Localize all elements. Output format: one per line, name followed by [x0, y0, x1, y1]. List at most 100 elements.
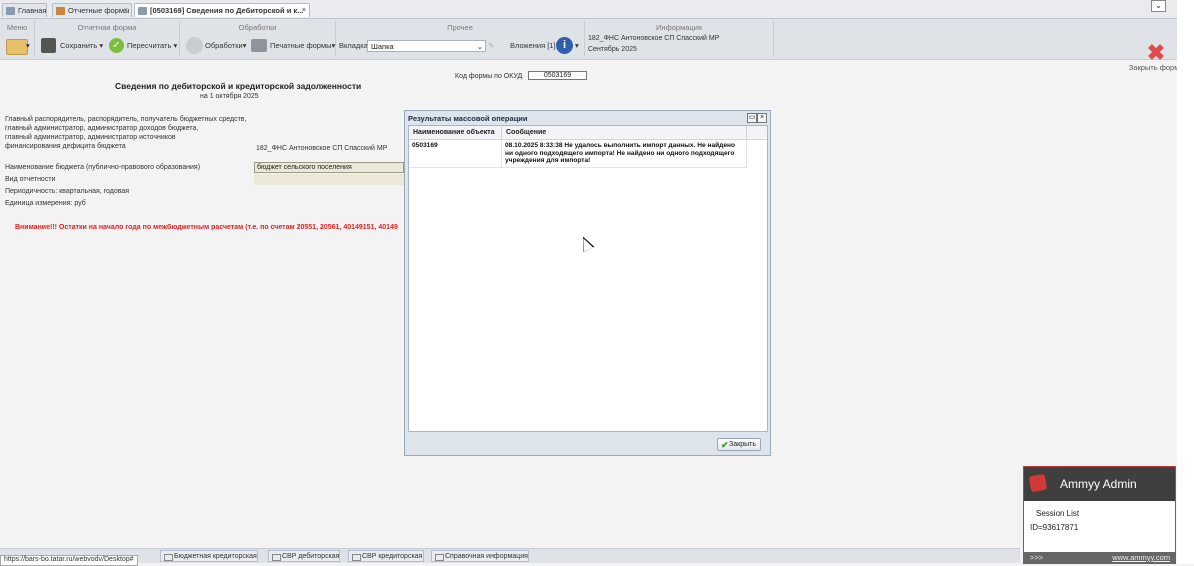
forms-icon	[56, 7, 65, 15]
okud-field[interactable]: 0503169	[528, 71, 587, 80]
bottom-tab[interactable]: Бюджетная кредиторская	[160, 550, 258, 562]
expand-link[interactable]: >>>	[1030, 552, 1043, 563]
document-title: Сведения по дебиторской и кредиторской з…	[115, 81, 362, 91]
column-header-message[interactable]: Сообщение	[502, 126, 747, 140]
group-menu: Меню ▾	[0, 21, 35, 57]
results-grid: Наименование объекта Сообщение 0503169 0…	[408, 125, 768, 432]
status-url: https://bars-bo.tatar.ru/webvodv/Desktop…	[0, 555, 138, 566]
group-report-form: Отчетная форма Сохранить ▾ ✓ Пересчитать…	[35, 21, 180, 57]
save-label: Сохранить	[60, 41, 98, 50]
processing-button[interactable]: Обработки▾	[205, 37, 246, 55]
ammyy-website-link[interactable]: www.ammyy.com	[1112, 552, 1170, 563]
admin-label-line: главный администратор, администратор ист…	[5, 134, 176, 141]
check-icon: ✓	[109, 38, 124, 53]
bottom-tab-label: СВР кредиторская	[362, 553, 423, 560]
bottom-tab[interactable]: Справочная информация	[431, 550, 529, 562]
chevron-down-icon[interactable]: ▾	[26, 37, 30, 55]
ammyy-footer: >>> www.ammyy.com	[1024, 552, 1175, 563]
pencil-icon[interactable]: ✎	[488, 37, 494, 55]
recalc-label: Пересчитать	[127, 41, 172, 50]
report-type-label: Вид отчетности	[5, 176, 56, 183]
group-title: Прочее	[447, 23, 473, 32]
chevron-down-icon[interactable]: ⌄	[1151, 0, 1166, 12]
table-cell-message[interactable]: 08.10.2025 8:33:38 Не удалось выполнить …	[502, 140, 747, 168]
chevron-down-icon[interactable]: ▾	[575, 37, 579, 55]
save-button[interactable]: Сохранить ▾	[60, 37, 103, 55]
group-processing: Обработки Обработки▾ Печатные формы▾	[180, 21, 336, 57]
group-info: Информация 182_ФНС Антоновское СП Спасск…	[585, 21, 774, 57]
group-other: Прочее Вкладка Шапка ⌄ ✎ Вложения [1] i …	[336, 21, 585, 57]
close-button-label: Закрыть	[729, 441, 756, 448]
bottom-tab[interactable]: СВР дебиторская	[268, 550, 340, 562]
toolbar: Меню ▾ Отчетная форма Сохранить ▾ ✓ Пере…	[0, 19, 1194, 72]
close-icon[interactable]: ×	[302, 4, 306, 17]
ammyy-logo-icon	[1028, 473, 1048, 493]
periodicity-label: Периодичность: квартальная, годовая	[5, 188, 130, 195]
session-list-link[interactable]: Session List	[1036, 509, 1079, 518]
bottom-tab-bar: Бюджетная кредиторская СВР дебиторская С…	[0, 548, 1020, 563]
processing-label: Обработки	[205, 41, 243, 50]
info-organization: 182_ФНС Антоновское СП Спасский МР	[588, 35, 720, 42]
printer-icon	[251, 39, 267, 52]
tab-report-forms[interactable]: Отчетные формы ×	[52, 3, 132, 17]
print-forms-button[interactable]: Печатные формы▾	[270, 37, 335, 55]
tab-label: [0503169] Сведения по Дебиторской и к...	[150, 6, 304, 15]
folder-icon[interactable]	[6, 39, 28, 55]
tab-select-label: Вкладка	[339, 41, 368, 50]
tab-current-form[interactable]: [0503169] Сведения по Дебиторской и к...…	[134, 3, 310, 17]
admin-value: 182_ФНС Антоновское СП Спасский МР	[256, 145, 388, 152]
info-icon[interactable]: i	[556, 37, 573, 54]
admin-label-line: Главный распорядитель, распорядитель, по…	[5, 116, 247, 123]
window-edge	[1177, 0, 1194, 564]
column-header-spacer	[747, 126, 767, 140]
print-label: Печатные формы	[270, 41, 332, 50]
bottom-tab-label: СВР дебиторская	[282, 553, 340, 560]
check-icon: ✔	[721, 440, 729, 450]
home-icon	[6, 7, 15, 15]
ammyy-title: Ammyy Admin	[1060, 477, 1137, 491]
tab-home[interactable]: Главная	[2, 3, 47, 17]
form-icon	[138, 7, 147, 15]
table-cell-object[interactable]: 0503169	[409, 140, 502, 168]
close-icon[interactable]: ×	[124, 4, 128, 17]
group-title: Меню	[6, 23, 28, 32]
mass-operation-dialog: Результаты массовой операции ▭ × Наимено…	[404, 110, 771, 456]
admin-label-line: главный администратор, администратор дох…	[5, 125, 199, 132]
group-title: Отчетная форма	[77, 23, 137, 32]
document-date: на 1 октября 2025	[200, 93, 259, 100]
sheet-icon	[435, 554, 444, 561]
unit-label: Единица измерения: руб	[5, 200, 86, 207]
group-title: Обработки	[238, 23, 277, 32]
tab-select[interactable]: Шапка ⌄	[367, 40, 486, 52]
info-period: Сентябрь 2025	[588, 46, 637, 53]
tab-bar: Главная Отчетные формы × [0503169] Сведе…	[0, 0, 1194, 19]
budget-label: Наименование бюджета (публично-правового…	[5, 164, 201, 171]
ammyy-header: Ammyy Admin	[1024, 467, 1175, 501]
sheet-icon	[272, 554, 281, 561]
bottom-tab[interactable]: СВР кредиторская	[348, 550, 424, 562]
close-button[interactable]: ✔ Закрыть	[717, 438, 761, 451]
column-header-object[interactable]: Наименование объекта	[409, 126, 502, 140]
ammyy-id: ID=93617871	[1030, 523, 1079, 532]
save-icon	[41, 38, 56, 53]
recalculate-button[interactable]: Пересчитать ▾	[127, 37, 177, 55]
admin-label-line: финансирования дефицита бюджета	[5, 143, 126, 150]
dialog-title: Результаты массовой операции	[408, 114, 528, 123]
sheet-icon	[352, 554, 361, 561]
maximize-icon[interactable]: ▭	[747, 113, 757, 123]
ammyy-admin-panel: Ammyy Admin Session List ID=93617871 >>>…	[1023, 466, 1176, 564]
bottom-tab-label: Справочная информация	[445, 553, 528, 560]
close-form-label: Закрыть форму	[1128, 63, 1184, 72]
close-icon[interactable]: ×	[757, 113, 767, 123]
tab-label: Главная	[18, 6, 47, 15]
sheet-icon	[164, 554, 173, 561]
chevron-down-icon: ⌄	[476, 42, 483, 51]
gear-icon	[186, 37, 203, 54]
warning-text: Внимание!!! Остатки на начало года по ме…	[15, 224, 398, 231]
report-type-field[interactable]	[254, 174, 404, 185]
attachments-label[interactable]: Вложения [1]	[510, 37, 556, 55]
okud-label: Код формы по ОКУД	[455, 73, 523, 80]
group-title: Информация	[656, 23, 702, 32]
tab-label: Отчетные формы	[68, 6, 130, 15]
budget-field[interactable]: бюджет сельского поселения	[254, 162, 404, 173]
